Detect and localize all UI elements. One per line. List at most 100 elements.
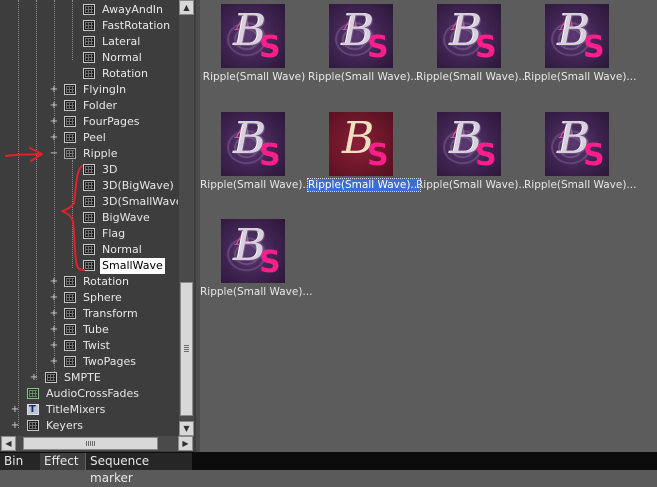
tree-item[interactable]: AwayAndIn [0,2,178,18]
effect-tile[interactable]: A B S Ripple(Small Wave) [200,0,308,105]
tab-sequence-marker[interactable]: Sequence marker [86,453,192,485]
thumbnail-letter-s: S [259,138,281,173]
tree-item[interactable]: + SMPTE [0,370,178,386]
expand-icon[interactable]: + [49,354,59,370]
expand-icon[interactable]: + [49,82,59,98]
expand-icon[interactable]: + [10,418,20,434]
tree-item[interactable]: + Tube [0,322,178,338]
effect-thumbnail: ABS [437,4,501,68]
arrow-left-icon[interactable]: ◀ [1,436,16,451]
expand-icon[interactable]: + [49,322,59,338]
tree-item-label: TwoPages [83,355,136,368]
tree-item[interactable]: SmallWave [0,258,178,274]
effect-tile[interactable]: ABS Ripple(Small Wave)... [524,108,636,213]
expand-icon[interactable]: + [49,114,59,130]
effect-thumbnail: ABS [221,4,285,68]
arrow-up-icon[interactable]: ▲ [179,0,194,15]
tree-item-label: Lateral [102,35,141,48]
tree-item-label: AwayAndIn [102,3,164,16]
effect-tile-label: Ripple(Small Wave) [200,71,308,83]
tree-vertical-scrollbar[interactable]: ▲ ▼ [179,0,194,436]
effect-tile[interactable]: ABS Ripple(Small Wave)... [200,108,312,213]
tree-item-label: 3D(SmallWave) [102,195,178,208]
tree-item[interactable]: + Transform [0,306,178,322]
tree-item[interactable]: + Peel [0,130,178,146]
tree-item[interactable]: + FlyingIn [0,82,178,98]
tree-vertical-scroll-thumb[interactable] [180,282,193,416]
tree-item-label: Peel [83,131,106,144]
folder-icon [64,116,76,127]
effect-thumbnail: ABS [545,112,609,176]
tree-item[interactable]: 3D [0,162,178,178]
tree-item[interactable]: + Folder [0,98,178,114]
tree-item-label: FlyingIn [83,83,127,96]
tree-item[interactable]: 3D(BigWave) [0,178,178,194]
tree-item-label: BigWave [102,211,150,224]
tree-item[interactable]: BigWave [0,210,178,226]
tab-bin[interactable]: Bin [0,453,40,470]
tree-item[interactable]: Normal [0,50,178,66]
effect-tile[interactable]: ABS Ripple(Small Wave)... [200,215,312,320]
tree-item[interactable]: 3D(SmallWave) [0,194,178,210]
effect-tile-label-text: Ripple(Small Wave)... [200,179,313,191]
thumbnail-letter-s: S [367,138,389,173]
effect-tile-label-text: Ripple(Small Wave)... [416,179,529,191]
effect-tile[interactable]: ABS Ripple(Small Wave)... [524,0,636,105]
expand-icon[interactable]: + [10,402,20,418]
tree-item-label: Transform [83,307,138,320]
effect-tile-label-text: Ripple(Small Wave) [202,71,306,83]
effect-tile[interactable]: ABS Ripple(Small Wave)... [416,0,528,105]
expand-icon[interactable]: + [49,290,59,306]
expand-icon[interactable]: + [49,306,59,322]
arrow-down-icon[interactable]: ▼ [179,421,194,436]
title-icon [27,402,39,418]
expand-icon[interactable]: + [49,274,59,290]
tree-item[interactable]: Flag [0,226,178,242]
tree-item[interactable]: + Rotation [0,274,178,290]
tree-item[interactable]: + Sphere [0,290,178,306]
tree-item-label: Twist [83,339,110,352]
tree-item-label: 3D(BigWave) [102,179,174,192]
effect-tile-label: Ripple(Small Wave)... [416,179,528,191]
thumbnail-letter-s: S [367,30,389,65]
folder-icon [83,244,95,255]
effect-tile[interactable]: ABS Ripple(Small Wave)... [416,108,528,213]
folder-icon [64,100,76,111]
expand-icon[interactable]: + [49,338,59,354]
tree-item-label: FastRotation [102,19,171,32]
folder-icon [83,52,95,63]
effect-thumbnail-grid: A B S Ripple(Small Wave) A B S Ripple(Small Wav… [200,0,657,452]
effect-tile-label: Ripple(Small Wave)... [416,71,528,83]
tree-item-label: TitleMixers [46,403,106,416]
expand-icon[interactable]: + [29,370,39,386]
expand-icon[interactable]: + [49,98,59,114]
tree-item[interactable]: AudioCrossFades [0,386,178,402]
collapse-icon[interactable]: − [49,146,59,162]
expand-icon[interactable]: + [49,130,59,146]
tab-effect[interactable]: Effect [40,453,86,470]
audio-folder-icon [27,388,39,399]
tree-item[interactable]: + TitleMixers [0,402,178,418]
tree-item[interactable]: + Keyers [0,418,178,434]
tree-horizontal-scroll-thumb[interactable] [23,437,158,450]
tree-item[interactable]: − Ripple [0,146,178,162]
effect-tile-label: Ripple(Small Wave)... [306,178,422,192]
tree-item-label: SmallWave [100,258,165,274]
arrow-right-icon[interactable]: ▶ [178,436,193,451]
tree-item-label: Sphere [83,291,122,304]
folder-icon [64,292,76,303]
tree-item[interactable]: Normal [0,242,178,258]
tree-item[interactable]: + TwoPages [0,354,178,370]
folder-icon [64,340,76,351]
effect-tile[interactable]: ABS Ripple(Small Wave)... [306,108,422,213]
effect-tree: AwayAndIn FastRotation Lateral Normal Rotati… [0,0,178,436]
tree-item[interactable]: Rotation [0,66,178,82]
tree-item[interactable]: + FourPages [0,114,178,130]
bottom-tab-bar: Bin Effect Sequence marker [0,452,657,485]
folder-icon [64,356,76,367]
tree-item[interactable]: + Twist [0,338,178,354]
tree-horizontal-scrollbar[interactable]: ◀ ▶ [0,436,194,451]
tree-item[interactable]: FastRotation [0,18,178,34]
tree-item[interactable]: Lateral [0,34,178,50]
effect-tile[interactable]: ABS Ripple(Small Wave)... [308,0,420,105]
